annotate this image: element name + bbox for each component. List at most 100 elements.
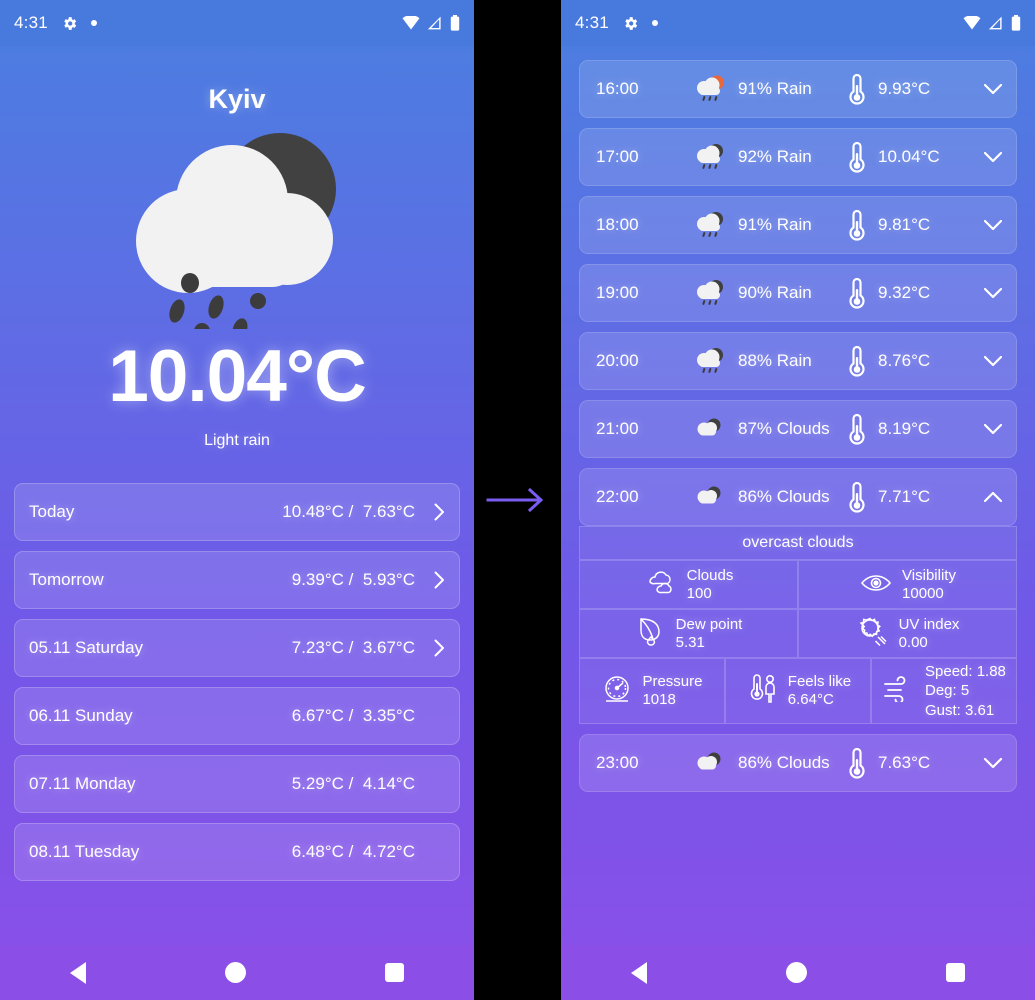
- hour-temperature: 9.81°C: [878, 215, 931, 234]
- chevron-down-icon[interactable]: [970, 287, 1016, 299]
- hour-label: 18:00: [596, 215, 639, 234]
- home-circle-icon[interactable]: [224, 962, 246, 983]
- hour-temperature: 7.63°C: [878, 753, 931, 772]
- battery-icon: [450, 15, 460, 31]
- hourly-forecast-row[interactable]: 17:00 92% Rain 10.04°C: [579, 128, 1017, 186]
- recents-square-icon[interactable]: [385, 963, 405, 982]
- detail-text: Visibility 10000: [902, 566, 956, 602]
- chevron-right-icon[interactable]: [423, 639, 445, 657]
- clouds-icon: [688, 416, 732, 442]
- day-label: 07.11 Monday: [29, 774, 136, 793]
- thermometer-icon: [840, 72, 874, 106]
- detail-feels-like: Feels like 6.64°C: [724, 658, 871, 724]
- expanded-detail-grid: Clouds 100 Visibility 10000 Dew point 5.…: [579, 560, 1017, 724]
- status-bar-left: 4:31: [0, 0, 474, 46]
- wind-text: Speed: 1.88 Deg: 5 Gust: 3.61: [925, 663, 1006, 719]
- detail-clouds: Clouds 100: [579, 560, 798, 609]
- back-triangle-icon[interactable]: [69, 961, 86, 984]
- day-label: 06.11 Sunday: [29, 706, 133, 725]
- detail-dew-point: Dew point 5.31: [579, 609, 798, 658]
- thermometer-person-icon: [745, 672, 779, 710]
- daily-forecast-row[interactable]: Today 10.48°C / 7.63°C: [14, 483, 460, 541]
- home-circle-icon[interactable]: [785, 962, 807, 983]
- hourly-forecast-row[interactable]: 23:00 86% Clouds 7.63°C: [579, 734, 1017, 792]
- hour-condition: 88% Rain: [738, 351, 812, 370]
- chevron-right-icon[interactable]: [423, 571, 445, 589]
- status-bar-clock: 4:31: [575, 13, 609, 32]
- daily-forecast-row[interactable]: 05.11 Saturday 7.23°C / 3.67°C: [14, 619, 460, 677]
- moon-cloud-rain-icon: [688, 142, 732, 172]
- hourly-forecast-row[interactable]: 20:00 88% Rain 8.76°C: [579, 332, 1017, 390]
- sun-cloud-rain-icon: [688, 74, 732, 104]
- current-temperature: 10.04°C: [108, 336, 367, 417]
- hourly-forecast-row[interactable]: 19:00 90% Rain 9.32°C: [579, 264, 1017, 322]
- hour-label: 19:00: [596, 283, 639, 302]
- hourly-forecast-row[interactable]: 16:00 91% Rain 9.93°C: [579, 60, 1017, 118]
- chevron-down-icon[interactable]: [970, 219, 1016, 231]
- hour-condition: 86% Clouds: [738, 753, 830, 772]
- daily-forecast-row[interactable]: Tomorrow 9.39°C / 5.93°C: [14, 551, 460, 609]
- chevron-down-icon[interactable]: [970, 423, 1016, 435]
- battery-icon: [1011, 15, 1021, 31]
- cellular-signal-icon: [988, 16, 1002, 30]
- hour-label: 22:00: [596, 487, 639, 506]
- hour-condition: 91% Rain: [738, 79, 812, 98]
- expanded-condition-title: overcast clouds: [579, 526, 1017, 560]
- back-triangle-icon[interactable]: [630, 961, 647, 984]
- hour-temperature: 9.32°C: [878, 283, 931, 302]
- hour-condition: 91% Rain: [738, 215, 812, 234]
- hour-temperature: 8.76°C: [878, 351, 931, 370]
- day-temperatures: 6.67°C / 3.35°C: [291, 706, 415, 725]
- cellular-signal-icon: [427, 16, 441, 30]
- eye-icon: [859, 572, 893, 598]
- detail-pressure: Pressure 1018: [579, 658, 725, 724]
- hourly-forecast-row[interactable]: 21:00 87% Clouds 8.19°C: [579, 400, 1017, 458]
- chevron-down-icon[interactable]: [970, 151, 1016, 163]
- hour-condition: 87% Clouds: [738, 419, 830, 438]
- uv-sun-icon: [856, 615, 890, 653]
- wind-icon: [882, 676, 916, 706]
- daily-forecast-row[interactable]: 06.11 Sunday 6.67°C / 3.35°C: [14, 687, 460, 745]
- current-condition-description: Light rain: [204, 432, 270, 449]
- thermometer-icon: [840, 746, 874, 780]
- daily-forecast-row[interactable]: 08.11 Tuesday 6.48°C / 4.72°C: [14, 823, 460, 881]
- wifi-icon: [963, 16, 981, 30]
- gauge-icon: [601, 674, 633, 708]
- chevron-down-icon[interactable]: [970, 757, 1016, 769]
- hour-temperature: 9.93°C: [878, 79, 931, 98]
- day-label: 05.11 Saturday: [29, 638, 144, 657]
- detail-text: Dew point 5.31: [675, 615, 743, 651]
- day-label: Tomorrow: [29, 570, 104, 589]
- day-temperatures: 7.23°C / 3.67°C: [291, 638, 415, 657]
- hourly-forecast-row-expanded[interactable]: 22:00 86% Clouds 7.71°C: [579, 468, 1017, 526]
- status-bar-clock: 4:31: [14, 13, 48, 32]
- chevron-down-icon[interactable]: [970, 355, 1016, 367]
- clouds-outline-icon: [644, 570, 678, 600]
- chevron-up-icon[interactable]: [970, 491, 1016, 503]
- chevron-right-icon[interactable]: [423, 503, 445, 521]
- chevron-down-icon[interactable]: [970, 83, 1016, 95]
- thermometer-icon: [840, 140, 874, 174]
- hour-condition: 86% Clouds: [738, 487, 830, 506]
- moon-cloud-rain-icon: [688, 278, 732, 308]
- status-bar-left-group: 4:31: [575, 13, 658, 33]
- page-title: Kyiv: [208, 84, 266, 114]
- daily-forecast-row[interactable]: 07.11 Monday 5.29°C / 4.14°C: [14, 755, 460, 813]
- recents-square-icon[interactable]: [946, 963, 966, 982]
- transition-gap: [474, 0, 561, 1000]
- detail-uv-index: UV index 0.00: [798, 609, 1017, 658]
- clouds-icon: [688, 484, 732, 510]
- hour-label: 23:00: [596, 753, 639, 772]
- day-temperatures: 10.48°C / 7.63°C: [282, 502, 415, 521]
- clouds-icon: [688, 750, 732, 776]
- day-temperatures: 5.29°C / 4.14°C: [291, 774, 415, 793]
- current-weather-icon: [0, 129, 474, 329]
- detail-wind: Speed: 1.88 Deg: 5 Gust: 3.61: [870, 658, 1017, 724]
- dot-indicator-icon: [651, 20, 658, 26]
- hour-condition: 92% Rain: [738, 147, 812, 166]
- day-label: 08.11 Tuesday: [29, 842, 140, 861]
- hourly-forecast-row[interactable]: 18:00 91% Rain 9.81°C: [579, 196, 1017, 254]
- dot-indicator-icon: [90, 20, 97, 26]
- status-bar-right-group: [402, 15, 460, 31]
